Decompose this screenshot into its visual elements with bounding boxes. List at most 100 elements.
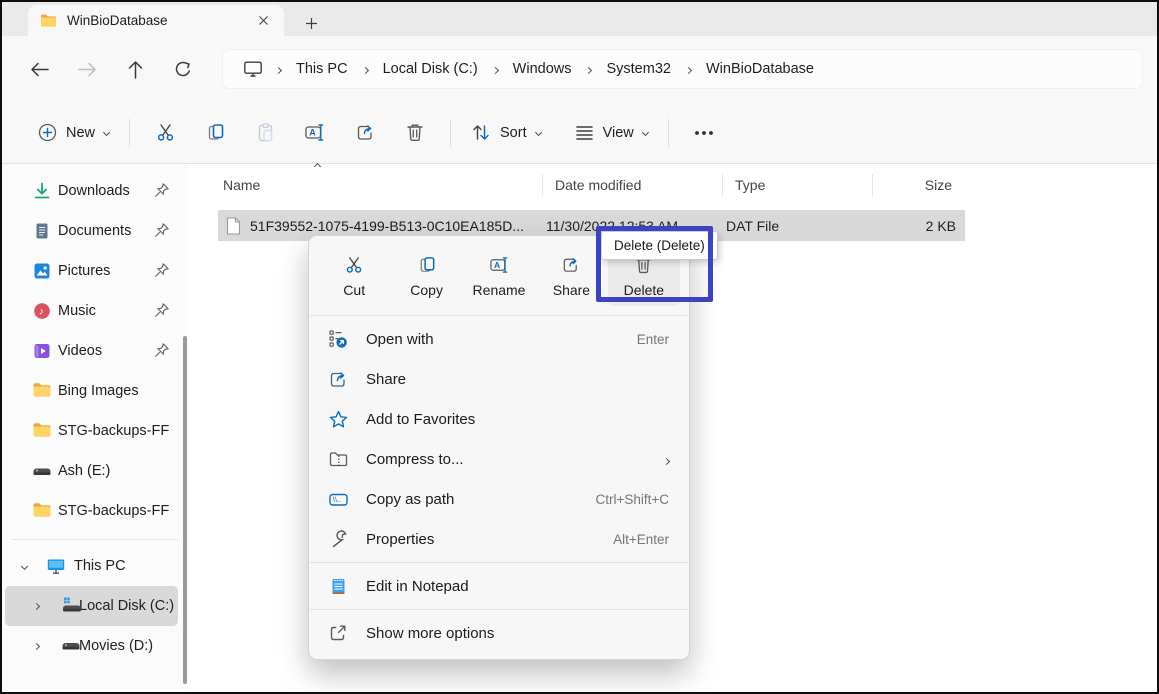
copy-button[interactable] (194, 114, 236, 152)
sidebar-item-this-pc[interactable]: This PC (2, 546, 188, 586)
file-type: DAT File (726, 218, 876, 234)
chevron-right-icon[interactable] (33, 602, 40, 609)
menu-item-label: Copy as path (366, 491, 454, 508)
pin-icon (154, 262, 170, 278)
rename-button[interactable]: A (294, 114, 336, 152)
pin-icon (154, 302, 170, 318)
breadcrumb-local-disk[interactable]: Local Disk (C:) (377, 61, 484, 77)
column-header-date-modified[interactable]: Date modified (542, 174, 722, 196)
sidebar-item-ash-drive[interactable]: Ash (E:) (2, 451, 188, 491)
this-pc-icon (46, 556, 66, 576)
breadcrumb-system32[interactable]: System32 (600, 61, 676, 77)
os-drive-icon (61, 596, 81, 616)
drive-icon (32, 461, 52, 481)
sidebar-item-label: STG-backups-FF (58, 503, 169, 519)
view-button-label: View (603, 125, 634, 141)
chevron-down-icon (642, 129, 649, 136)
address-bar[interactable]: This PC Local Disk (C:) Windows System32… (222, 49, 1143, 89)
forward-icon[interactable] (70, 52, 104, 86)
quick-action-label: Delete (624, 282, 664, 298)
copy-icon (205, 122, 226, 143)
open-with-icon (328, 329, 349, 350)
chevron-right-icon[interactable] (33, 642, 40, 649)
menu-item-share[interactable]: Share (309, 359, 689, 399)
svg-text:A: A (493, 259, 499, 269)
context-cut-button[interactable]: Cut (318, 246, 390, 306)
sidebar-item-music[interactable]: ♪ Music (2, 291, 188, 331)
view-icon (575, 124, 594, 141)
rename-icon: A (304, 122, 326, 143)
menu-item-label: Show more options (366, 625, 494, 642)
see-more-button[interactable] (683, 114, 725, 152)
sidebar-item-pictures[interactable]: Pictures (2, 251, 188, 291)
sidebar-item-documents[interactable]: Documents (2, 211, 188, 251)
chevron-down-icon (103, 129, 110, 136)
context-rename-button[interactable]: A Rename (463, 246, 535, 306)
sidebar-item-stg-backups-1[interactable]: STG-backups-FF (2, 411, 188, 451)
compress-icon (328, 449, 349, 470)
menu-item-label: Share (366, 371, 406, 388)
menu-item-compress-to[interactable]: Compress to... (309, 439, 689, 479)
pin-icon (154, 222, 170, 238)
tab-winbiodatabase[interactable]: WinBioDatabase (28, 5, 284, 36)
breadcrumb-windows[interactable]: Windows (507, 61, 578, 77)
column-header-name[interactable]: Name (222, 174, 542, 196)
pin-icon (154, 342, 170, 358)
menu-divider (310, 562, 688, 563)
new-tab-button[interactable] (296, 10, 326, 36)
trash-icon (405, 122, 425, 143)
column-header-type[interactable]: Type (722, 174, 872, 196)
menu-item-label: Compress to... (366, 451, 464, 468)
chevron-right-icon (362, 67, 369, 74)
chevron-right-icon (585, 67, 592, 74)
view-button[interactable]: View (565, 116, 658, 149)
menu-item-copy-as-path[interactable]: \\.. Copy as path Ctrl+Shift+C (309, 479, 689, 519)
cut-button[interactable] (144, 114, 186, 152)
drive-icon (61, 636, 81, 656)
menu-item-label: Open with (366, 331, 434, 348)
delete-tooltip: Delete (Delete) (601, 231, 718, 260)
share-button[interactable] (344, 114, 386, 152)
menu-item-show-more-options[interactable]: Show more options (309, 613, 689, 653)
sort-button[interactable]: Sort (461, 115, 551, 150)
pictures-icon (32, 261, 52, 281)
chevron-down-icon[interactable] (21, 562, 28, 569)
more-icon (694, 130, 714, 136)
breadcrumb-winbiodatabase[interactable]: WinBioDatabase (700, 61, 820, 77)
back-icon[interactable] (22, 52, 56, 86)
sidebar-item-local-disk-c[interactable]: Local Disk (C:) (5, 586, 178, 626)
chevron-right-icon (275, 67, 282, 74)
sidebar-divider (12, 539, 178, 540)
sidebar-scrollbar[interactable] (183, 336, 187, 684)
paste-button[interactable] (244, 114, 286, 152)
sidebar-item-movies-d[interactable]: Movies (D:) (2, 626, 188, 666)
quick-action-label: Rename (473, 282, 526, 298)
new-button[interactable]: New (28, 115, 119, 150)
sidebar-item-bing-images[interactable]: Bing Images (2, 371, 188, 411)
column-header-size[interactable]: Size (872, 174, 962, 196)
wrench-icon (328, 529, 349, 550)
command-toolbar: New A (2, 102, 1157, 164)
sidebar-item-label: Pictures (58, 263, 110, 279)
monitor-icon (243, 60, 263, 78)
context-share-button[interactable]: Share (535, 246, 607, 306)
up-icon[interactable] (118, 52, 152, 86)
column-headers: Name Date modified Type Size (188, 170, 1157, 200)
menu-item-properties[interactable]: Properties Alt+Enter (309, 519, 689, 559)
sidebar-item-videos[interactable]: Videos (2, 331, 188, 371)
scissors-icon (155, 122, 176, 143)
sidebar-item-stg-backups-2[interactable]: STG-backups-FF (2, 491, 188, 531)
delete-button[interactable] (394, 114, 436, 152)
breadcrumb-this-pc[interactable]: This PC (290, 61, 354, 77)
menu-item-open-with[interactable]: Open with Enter (309, 319, 689, 359)
context-copy-button[interactable]: Copy (390, 246, 462, 306)
share-icon (328, 369, 349, 390)
menu-item-add-to-favorites[interactable]: Add to Favorites (309, 399, 689, 439)
tab-close-icon[interactable] (252, 10, 274, 32)
sidebar-item-downloads[interactable]: Downloads (2, 171, 188, 211)
tab-title: WinBioDatabase (67, 13, 252, 28)
menu-item-label: Add to Favorites (366, 411, 475, 428)
tooltip-text: Delete (Delete) (614, 238, 705, 253)
menu-item-edit-in-notepad[interactable]: Edit in Notepad (309, 566, 689, 606)
refresh-icon[interactable] (166, 52, 200, 86)
